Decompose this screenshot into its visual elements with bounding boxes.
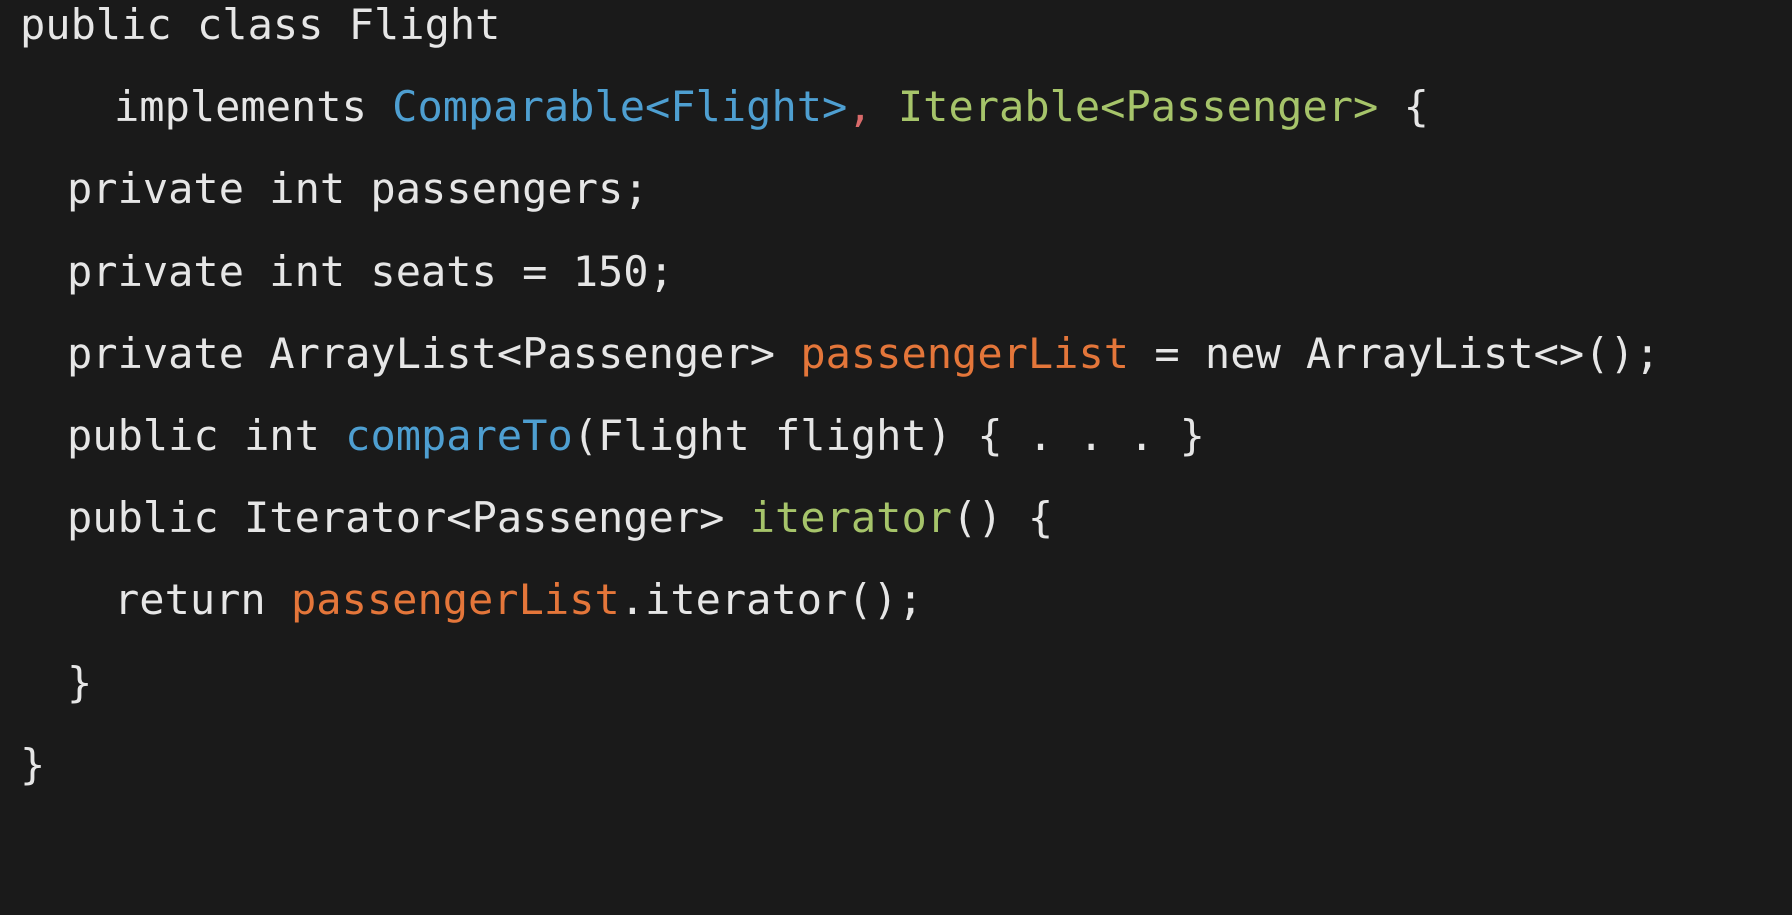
code-token: Comparable<Flight> xyxy=(392,82,848,132)
code-token: private int passengers; xyxy=(67,164,649,214)
code-token: private ArrayList<Passenger> xyxy=(67,328,801,378)
code-token: public int xyxy=(67,411,346,460)
code-token: .iterator(); xyxy=(619,575,924,625)
code-editor: public class Flight implements Comparable… xyxy=(0,0,1792,915)
code-token: , xyxy=(847,82,898,132)
code-token: (Flight flight) { . . . } xyxy=(572,411,1205,460)
code-token: passengerList xyxy=(291,575,620,625)
code-token: () { xyxy=(952,493,1054,543)
code-token: } xyxy=(67,657,93,707)
code-line: return passengerList.iterator(); xyxy=(114,553,923,647)
code-line: private int passengers; xyxy=(67,142,649,236)
code-token: implements xyxy=(114,82,393,132)
code-token: private int seats = 150; xyxy=(67,246,674,296)
code-line: public Iterator<Passenger> iterator() { xyxy=(67,471,1053,565)
code-line: } xyxy=(67,636,92,730)
code-token: Iterable<Passenger> xyxy=(897,82,1379,132)
code-token: return xyxy=(114,575,292,625)
code-token: public class Flight xyxy=(20,0,501,49)
code-line: implements Comparable<Flight>, Iterable<… xyxy=(114,60,1429,154)
code-line: public int compareTo(Flight flight) { . … xyxy=(67,389,1205,483)
code-token: compareTo xyxy=(345,411,573,460)
code-token: public Iterator<Passenger> xyxy=(67,493,750,543)
code-line: } xyxy=(20,718,45,812)
code-token: } xyxy=(20,739,46,789)
code-token: iterator xyxy=(749,493,953,543)
code-line: private int seats = 150; xyxy=(67,225,674,319)
code-token: = new ArrayList<>(); xyxy=(1129,328,1661,378)
code-token: { xyxy=(1378,82,1429,132)
code-line: private ArrayList<Passenger> passengerLi… xyxy=(67,307,1660,401)
code-token: passengerList xyxy=(800,328,1130,378)
